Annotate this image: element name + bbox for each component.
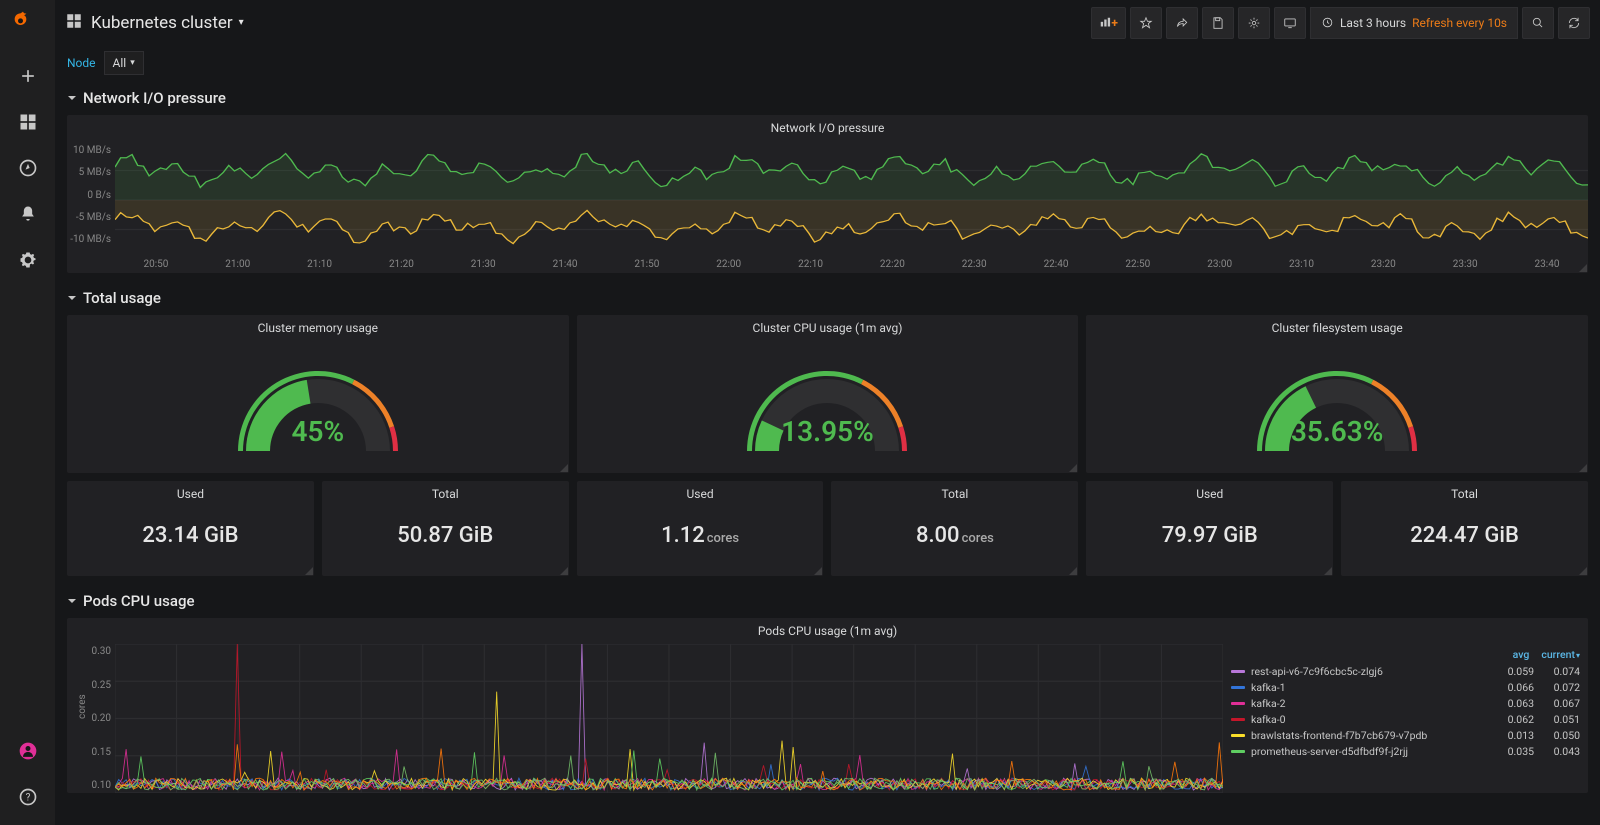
legend-col-current[interactable]: current [1541, 648, 1580, 661]
share-button[interactable] [1166, 7, 1198, 39]
net-plot [115, 141, 1588, 259]
dashboards-icon[interactable] [10, 104, 46, 140]
add-panel-button[interactable]: + [1091, 7, 1126, 39]
legend-name: kafka-2 [1251, 697, 1488, 710]
legend-swatch [1231, 686, 1245, 689]
svg-text:?: ? [25, 792, 30, 803]
legend-row[interactable]: brawlstats-frontend-f7b7cb679-v7pdb0.013… [1231, 727, 1580, 743]
help-icon[interactable]: ? [10, 779, 46, 815]
legend-name: rest-api-v6-7c9f6cbc5c-zlgj6 [1251, 665, 1488, 678]
refresh-button[interactable] [1558, 7, 1590, 39]
alerting-icon[interactable] [10, 196, 46, 232]
star-button[interactable] [1130, 7, 1162, 39]
legend-row[interactable]: kafka-10.0660.072 [1231, 679, 1580, 695]
panel-cpu-total[interactable]: Total8.00cores [831, 481, 1078, 576]
legend-row[interactable]: kafka-20.0630.067 [1231, 695, 1580, 711]
legend-name: kafka-1 [1251, 681, 1488, 694]
legend-swatch [1231, 702, 1245, 705]
panel-cpu-gauge[interactable]: Cluster CPU usage (1m avg) 13.95% [577, 315, 1079, 473]
var-node-label: Node [67, 56, 96, 70]
legend-swatch [1231, 718, 1245, 721]
net-xaxis: 20:5021:0021:1021:2021:3021:4021:5022:00… [67, 259, 1588, 270]
template-variables: Node All ▾ [55, 45, 1600, 81]
gauge-value: 45% [292, 415, 345, 448]
panel-fs-gauge[interactable]: Cluster filesystem usage 35.63% [1086, 315, 1588, 473]
panel-fs-total[interactable]: Total224.47 GiB [1341, 481, 1588, 576]
panel-cpu-used[interactable]: Used1.12cores [577, 481, 824, 576]
legend-row[interactable]: rest-api-v6-7c9f6cbc5c-zlgj60.0590.074 [1231, 663, 1580, 679]
grafana-logo-icon[interactable] [13, 10, 43, 40]
net-yaxis: 10 MB/s5 MB/s0 B/s-5 MB/s-10 MB/s [67, 141, 115, 259]
zoom-out-button[interactable] [1522, 7, 1554, 39]
pods-yaxis: cores 0.300.250.200.150.10 [67, 644, 115, 793]
legend-swatch [1231, 750, 1245, 753]
legend-row[interactable]: prometheus-server-d5dfbdf9f-j2rjj0.0350.… [1231, 743, 1580, 759]
row-header-total[interactable]: Total usage [67, 281, 1588, 315]
sidebar: ? [0, 0, 55, 825]
create-icon[interactable] [10, 58, 46, 94]
panel-network-io[interactable]: Network I/O pressure 10 MB/s5 MB/s0 B/s-… [67, 115, 1588, 273]
stat-value: 23.14 GiB [67, 523, 314, 548]
pods-legend: avg current rest-api-v6-7c9f6cbc5c-zlgj60… [1223, 644, 1588, 793]
time-range-picker[interactable]: Last 3 hours Refresh every 10s [1310, 7, 1518, 39]
gauge-value: 13.95% [781, 415, 874, 448]
dashboard-title-dropdown[interactable]: Kubernetes cluster ▾ [91, 13, 244, 33]
row-header-network[interactable]: Network I/O pressure [67, 81, 1588, 115]
stat-value: 8.00cores [831, 523, 1078, 548]
dashboard-title: Kubernetes cluster [91, 13, 233, 33]
legend-name: brawlstats-frontend-f7b7cb679-v7pdb [1251, 729, 1488, 742]
explore-icon[interactable] [10, 150, 46, 186]
panel-mem-gauge[interactable]: Cluster memory usage 45% [67, 315, 569, 473]
legend-swatch [1231, 734, 1245, 737]
configuration-icon[interactable] [10, 242, 46, 278]
panel-fs-used[interactable]: Used79.97 GiB [1086, 481, 1333, 576]
pods-plot [115, 644, 1223, 793]
panel-mem-total[interactable]: Total50.87 GiB [322, 481, 569, 576]
stat-value: 50.87 GiB [322, 523, 569, 548]
panel-pods-cpu[interactable]: Pods CPU usage (1m avg) cores 0.300.250.… [67, 618, 1588, 793]
var-node-select[interactable]: All ▾ [104, 51, 144, 75]
topbar: Kubernetes cluster ▾ + Last 3 hours Refr… [55, 0, 1600, 45]
save-button[interactable] [1202, 7, 1234, 39]
panel-title: Network I/O pressure [67, 115, 1588, 141]
legend-row[interactable]: kafka-00.0620.051 [1231, 711, 1580, 727]
time-range-label: Last 3 hours [1340, 16, 1406, 30]
refresh-interval-label: Refresh every 10s [1412, 16, 1507, 30]
stat-value: 224.47 GiB [1341, 523, 1588, 548]
cycle-view-button[interactable] [1274, 7, 1306, 39]
legend-name: prometheus-server-d5dfbdf9f-j2rjj [1251, 745, 1488, 758]
legend-swatch [1231, 670, 1245, 673]
dashboard-icon [65, 12, 83, 34]
settings-button[interactable] [1238, 7, 1270, 39]
stat-value: 1.12cores [577, 523, 824, 548]
gauge-value: 35.63% [1291, 415, 1384, 448]
panel-mem-used[interactable]: Used23.14 GiB [67, 481, 314, 576]
chevron-down-icon: ▾ [239, 17, 244, 28]
row-header-pods[interactable]: Pods CPU usage [67, 584, 1588, 618]
stat-value: 79.97 GiB [1086, 523, 1333, 548]
legend-name: kafka-0 [1251, 713, 1488, 726]
profile-icon[interactable] [10, 733, 46, 769]
chevron-down-icon: ▾ [130, 58, 135, 68]
legend-col-avg[interactable]: avg [1513, 648, 1530, 661]
